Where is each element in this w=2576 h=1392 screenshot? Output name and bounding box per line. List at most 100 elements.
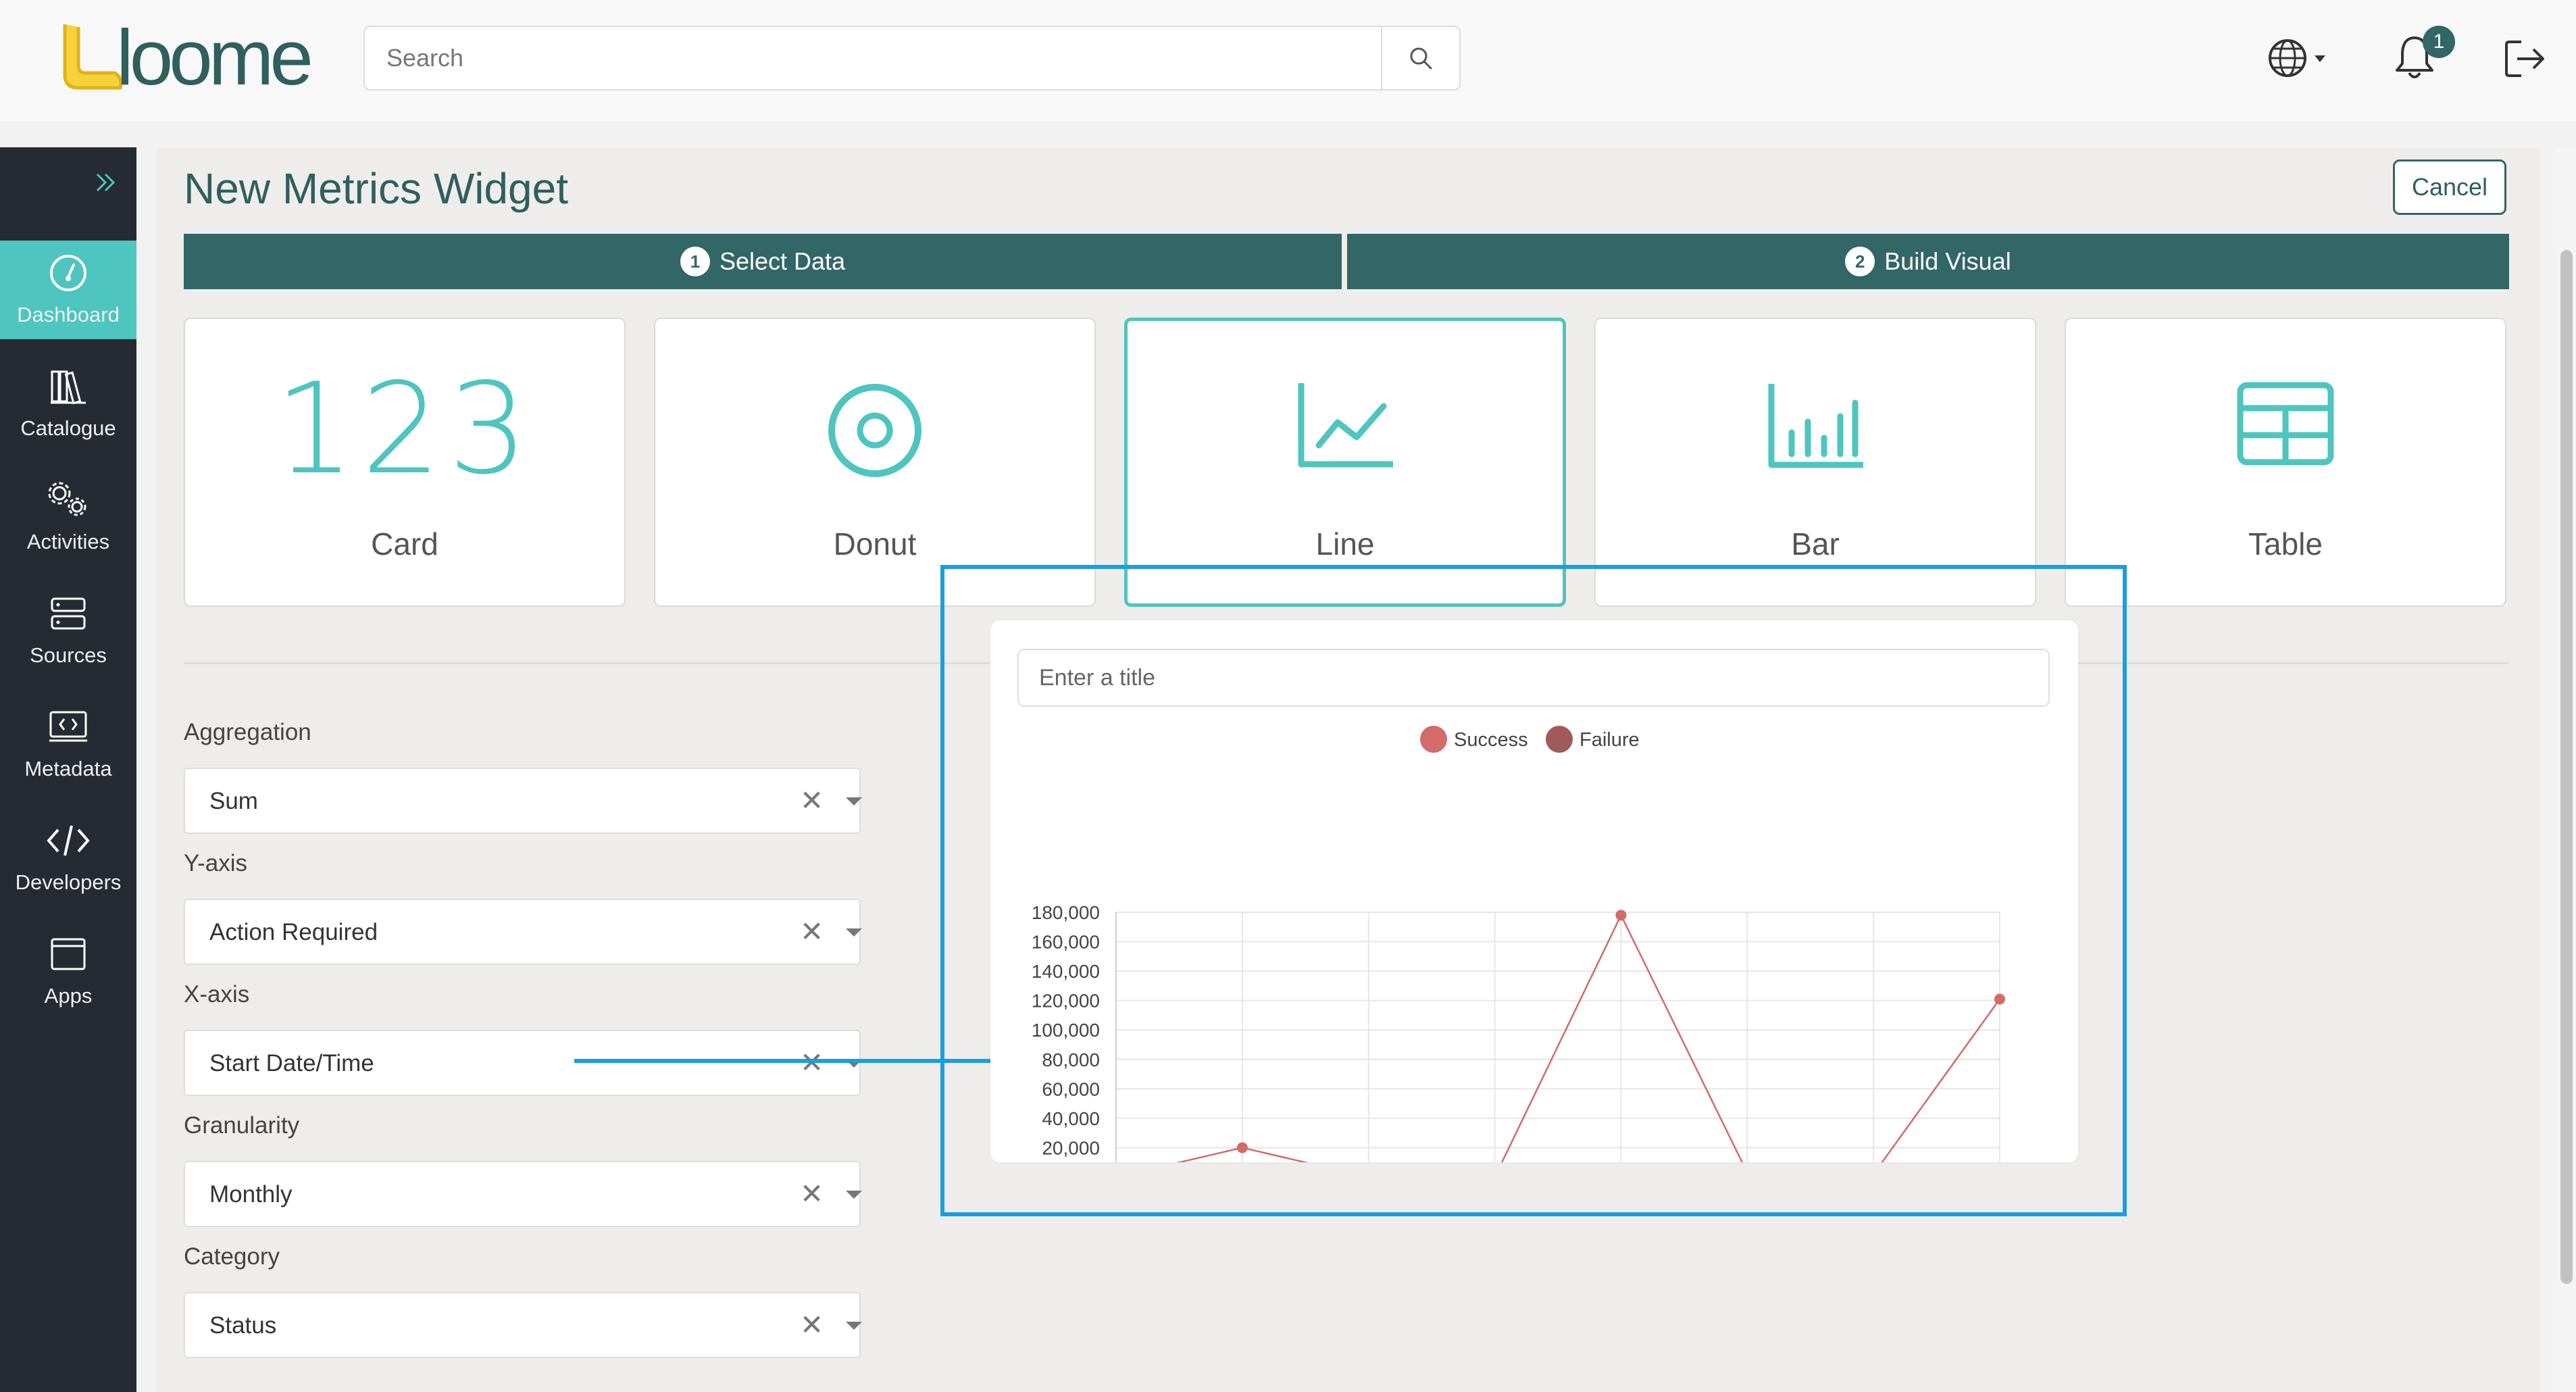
developers-icon [47, 825, 90, 856]
sidebar-item-sources[interactable]: Sources [0, 581, 136, 680]
data-point-success [1615, 910, 1627, 921]
granularity-label: Granularity [184, 1112, 300, 1139]
sidebar-item-metadata[interactable]: Metadata [0, 695, 136, 793]
search-bar [363, 26, 1461, 91]
caret-down-icon[interactable] [846, 1191, 862, 1199]
select-value: Action Required [209, 919, 378, 945]
sidebar-item-label: Apps [44, 984, 93, 1008]
clear-icon[interactable]: ✕ [800, 1311, 824, 1339]
step-number: 2 [1845, 247, 1875, 276]
step-number: 1 [680, 247, 710, 276]
table-icon [2237, 382, 2334, 466]
activities-icon [48, 482, 86, 516]
y-tick-label: 160,000 [1032, 932, 1100, 953]
y-tick-label: 120,000 [1032, 991, 1100, 1012]
clear-icon[interactable]: ✕ [800, 787, 824, 815]
search-icon [1410, 47, 1432, 70]
y-axis-select[interactable]: Action Required ✕ [184, 899, 862, 965]
step-select-data[interactable]: 1 Select Data [184, 234, 1342, 289]
clear-icon[interactable]: ✕ [800, 918, 824, 946]
search-button[interactable] [1381, 27, 1459, 89]
visual-type-table[interactable]: Table [2065, 318, 2506, 607]
visual-type-donut[interactable]: Donut [654, 318, 1096, 607]
visual-type-label: Donut [833, 526, 917, 562]
select-value: Sum [209, 788, 258, 814]
visual-type-label: Bar [1791, 526, 1840, 562]
y-tick-label: 40,000 [1042, 1108, 1100, 1129]
catalogue-icon [51, 370, 86, 405]
y-tick-label: 140,000 [1032, 961, 1100, 982]
legend-marker-success [1420, 726, 1447, 753]
cancel-button[interactable]: Cancel [2393, 159, 2506, 215]
sidebar-item-developers[interactable]: Developers [0, 808, 136, 907]
y-tick-label: 60,000 [1042, 1078, 1100, 1099]
data-point-success [1236, 1142, 1248, 1153]
visual-type-line[interactable]: Line [1124, 318, 1566, 607]
sidebar-expand-button[interactable] [92, 169, 119, 199]
caret-down-icon[interactable] [846, 797, 862, 805]
step-build-visual[interactable]: 2 Build Visual [1347, 234, 2509, 289]
caret-down-icon[interactable] [846, 1322, 862, 1330]
y-tick-label: 80,000 [1042, 1049, 1100, 1070]
visual-type-label: Card [371, 526, 438, 562]
sidebar-item-apps[interactable]: Apps [0, 922, 136, 1020]
bar-chart-icon [1768, 384, 1863, 468]
top-bar: loome 1 [0, 0, 2576, 123]
y-axis-label: Y-axis [184, 850, 248, 876]
dashboard-icon [50, 255, 86, 291]
caret-down-icon[interactable] [846, 928, 862, 937]
visual-type-card[interactable]: 123 Card [184, 318, 626, 607]
card-number-icon: 123 [185, 366, 624, 492]
y-tick-label: 20,000 [1042, 1137, 1100, 1158]
line-chart-icon [1298, 383, 1393, 468]
step-label: Build Visual [1884, 247, 2011, 275]
page-title: New Metrics Widget [184, 164, 568, 213]
globe-icon [2269, 39, 2325, 77]
logo-mark-icon [63, 24, 123, 90]
sidebar-item-activities[interactable]: Activities [0, 468, 136, 566]
legend-label: Success [1454, 729, 1528, 751]
sidebar-item-label: Developers [15, 870, 122, 894]
notification-badge: 1 [2423, 26, 2455, 58]
x-axis-label: X-axis [184, 981, 250, 1008]
search-input[interactable] [365, 27, 1384, 89]
logout-button[interactable] [2502, 36, 2547, 84]
granularity-select[interactable]: Monthly ✕ [184, 1161, 862, 1227]
sources-icon [51, 597, 86, 630]
step-label: Select Data [719, 247, 846, 275]
sidebar-item-label: Sources [30, 643, 107, 667]
category-select[interactable]: Status ✕ [184, 1292, 862, 1358]
sidebar: Dashboard Catalogue Activities Sources M… [0, 147, 136, 1392]
sidebar-item-dashboard[interactable]: Dashboard [0, 241, 136, 339]
apps-icon [51, 938, 86, 970]
aggregation-label: Aggregation [184, 719, 311, 745]
visual-type-bar[interactable]: Bar [1594, 318, 2036, 607]
select-value: Monthly [209, 1181, 293, 1208]
line-chart: 180,000 160,000 140,000 120,000 100,000 80,00… [1032, 726, 2005, 1162]
aggregation-select[interactable]: Sum ✕ [184, 768, 862, 834]
clear-icon[interactable]: ✕ [800, 1180, 824, 1208]
logo-text: loome [116, 14, 313, 101]
visual-type-label: Table [2248, 526, 2323, 562]
visual-type-label: Line [1315, 526, 1375, 562]
double-chevron-right-icon [96, 173, 116, 192]
select-value: Status [209, 1312, 277, 1339]
y-tick-label: 180,000 [1032, 902, 1100, 923]
card-number-sample: 123 [274, 355, 535, 502]
sidebar-item-catalogue[interactable]: Catalogue [0, 354, 136, 453]
legend-label: Failure [1580, 729, 1640, 751]
sidebar-item-label: Metadata [24, 757, 112, 780]
sidebar-item-label: Dashboard [17, 303, 120, 326]
metadata-icon [49, 711, 87, 742]
series-line-success [1176, 913, 2001, 1162]
logout-icon [2505, 41, 2544, 77]
legend-marker-failure [1546, 726, 1573, 753]
loome-logo[interactable]: loome [58, 14, 313, 101]
language-selector[interactable] [2267, 32, 2332, 87]
y-tick-label: 100,000 [1032, 1020, 1100, 1041]
sidebar-item-label: Catalogue [20, 416, 116, 440]
sidebar-item-label: Activities [26, 530, 110, 553]
category-label: Category [184, 1243, 280, 1270]
scrollbar-thumb[interactable] [2560, 250, 2573, 1284]
donut-icon [828, 384, 921, 477]
